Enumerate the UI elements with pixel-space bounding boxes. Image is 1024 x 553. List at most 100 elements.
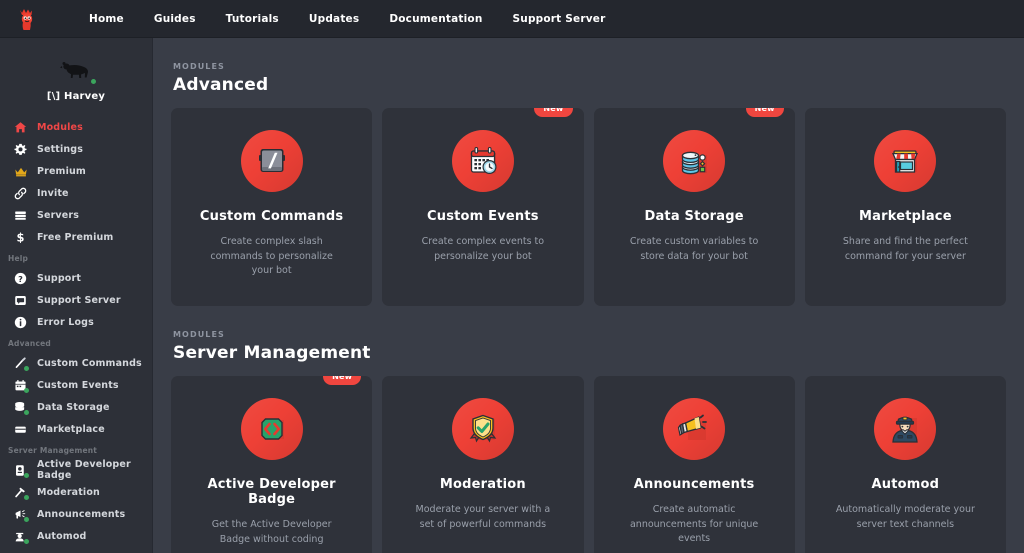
status-dot bbox=[24, 365, 29, 371]
card-title: Data Storage bbox=[644, 209, 744, 224]
card-title: Custom Commands bbox=[199, 209, 344, 224]
sidebar-group-label-server-management: Server Management bbox=[8, 446, 98, 455]
module-card-marketplace[interactable]: Marketplace Share and find the perfect c… bbox=[804, 108, 1006, 306]
sidebar-item-free-premium[interactable]: $ Free Premium bbox=[0, 226, 152, 248]
card-description: Automatically moderate your server text … bbox=[835, 504, 975, 530]
module-card-grid: Custom Commands Create complex slash com… bbox=[171, 108, 1006, 306]
sidebar-group-label-advanced: Advanced bbox=[8, 339, 51, 348]
module-card-announcements[interactable]: Announcements Create automatic announcem… bbox=[593, 376, 795, 553]
sidebar-group-server-management: Active Developer Badge Moderation Announ… bbox=[0, 459, 152, 547]
sidebar-profile[interactable]: [\] Harvey bbox=[0, 38, 152, 116]
sidebar-item-label: Announcements bbox=[37, 508, 126, 520]
sidebar-item-support-server[interactable]: Support Server bbox=[0, 289, 152, 311]
sidebar-item-custom-commands[interactable]: Custom Commands bbox=[0, 352, 152, 374]
new-badge: New bbox=[534, 108, 573, 117]
storefront-icon bbox=[874, 130, 937, 192]
avatar[interactable] bbox=[56, 58, 98, 86]
question-circle-icon: ? bbox=[13, 271, 28, 286]
sidebar-item-label: Active Developer Badge bbox=[37, 459, 131, 481]
card-title: Custom Events bbox=[427, 209, 539, 224]
nav-link-home[interactable]: Home bbox=[74, 7, 139, 31]
module-card-custom-events[interactable]: New Custom Events Create complex events … bbox=[382, 108, 584, 306]
sidebar-item-announcements[interactable]: Announcements bbox=[0, 503, 152, 525]
sidebar-group-advanced: Custom Commands Custom Events Data Stora… bbox=[0, 352, 152, 440]
sidebar-item-label: Invite bbox=[37, 187, 69, 199]
card-title: Moderation bbox=[439, 477, 526, 492]
module-card-automod[interactable]: Automod Automatically moderate your serv… bbox=[804, 376, 1006, 553]
nav-links: Home Guides Tutorials Updates Documentat… bbox=[74, 7, 620, 31]
nav-link-updates[interactable]: Updates bbox=[294, 7, 374, 31]
sidebar-item-marketplace[interactable]: Marketplace bbox=[0, 418, 152, 440]
app-root: Home Guides Tutorials Updates Documentat… bbox=[0, 0, 1024, 553]
larva-mascot-logo-icon[interactable] bbox=[10, 4, 44, 34]
sidebar-group-help: ? Support Support Server Error Logs bbox=[0, 267, 152, 333]
sidebar-item-support[interactable]: ? Support bbox=[0, 267, 152, 289]
sidebar-group-main: Modules Settings Premium Invite Servers … bbox=[0, 116, 152, 248]
sidebar-item-active-developer-badge[interactable]: Active Developer Badge bbox=[0, 459, 152, 481]
chat-box-icon bbox=[13, 293, 28, 308]
sidebar-item-data-storage[interactable]: Data Storage bbox=[0, 396, 152, 418]
card-title: Active Developer Badge bbox=[207, 477, 336, 507]
status-dot bbox=[24, 472, 29, 478]
status-dot bbox=[24, 409, 29, 415]
svg-text:$: $ bbox=[16, 231, 24, 244]
police-officer-icon bbox=[874, 398, 937, 460]
card-title: Marketplace bbox=[859, 209, 952, 224]
hammer-icon bbox=[13, 485, 29, 500]
module-card-moderation[interactable]: Moderation Moderate your server with a s… bbox=[382, 376, 584, 553]
card-description: Create complex slash commands to persona… bbox=[210, 236, 333, 277]
nav-link-guides[interactable]: Guides bbox=[139, 7, 211, 31]
home-icon bbox=[13, 120, 28, 135]
sidebar-item-invite[interactable]: Invite bbox=[0, 182, 152, 204]
megaphone-icon bbox=[663, 398, 726, 460]
module-card-custom-commands[interactable]: Custom Commands Create complex slash com… bbox=[171, 108, 373, 306]
sidebar-item-settings[interactable]: Settings bbox=[0, 138, 152, 160]
module-card-active-developer-badge[interactable]: New Active Developer Badge Get the Activ… bbox=[171, 376, 373, 553]
info-circle-icon bbox=[13, 315, 28, 330]
sidebar-item-label: Error Logs bbox=[37, 316, 94, 328]
status-dot bbox=[24, 387, 29, 393]
card-description: Create complex events to personalize you… bbox=[421, 236, 545, 262]
card-description: Share and find the perfect command for y… bbox=[842, 236, 968, 262]
sidebar-item-modules[interactable]: Modules bbox=[0, 116, 152, 138]
sidebar-item-label: Modules bbox=[37, 121, 83, 133]
sidebar-item-label: Support bbox=[37, 272, 82, 284]
sidebar-item-automod[interactable]: Automod bbox=[0, 525, 152, 547]
nav-link-support-server[interactable]: Support Server bbox=[498, 7, 621, 31]
server-icon bbox=[13, 208, 28, 223]
nav-link-tutorials[interactable]: Tutorials bbox=[211, 7, 294, 31]
sidebar-item-custom-events[interactable]: Custom Events bbox=[0, 374, 152, 396]
store-icon bbox=[13, 422, 28, 437]
status-dot-online bbox=[89, 77, 98, 86]
section-kicker: MODULES bbox=[173, 62, 225, 71]
module-card-data-storage[interactable]: New Data Storage Create custom variables… bbox=[593, 108, 795, 306]
section-advanced: MODULES Advanced Custom Commands Create … bbox=[171, 38, 1006, 306]
gear-icon bbox=[13, 142, 28, 157]
section-title: Advanced bbox=[173, 75, 269, 95]
slash-command-icon bbox=[240, 130, 303, 192]
shield-check-icon bbox=[451, 398, 514, 460]
sidebar-item-premium[interactable]: Premium bbox=[0, 160, 152, 182]
database-icon bbox=[663, 130, 726, 192]
new-badge: New bbox=[323, 376, 362, 385]
main-content: MODULES Advanced Custom Commands Create … bbox=[153, 38, 1024, 553]
sidebar-item-label: Settings bbox=[37, 143, 84, 155]
nav-link-documentation[interactable]: Documentation bbox=[374, 7, 497, 31]
database-icon bbox=[13, 400, 29, 415]
new-badge: New bbox=[745, 108, 784, 117]
card-description: Create custom variables to store data fo… bbox=[629, 236, 759, 262]
card-description: Get the Active Developer Badge without c… bbox=[211, 519, 332, 545]
sidebar-group-label-help: Help bbox=[8, 254, 29, 263]
sidebar-item-error-logs[interactable]: Error Logs bbox=[0, 311, 152, 333]
module-card-grid: New Active Developer Badge Get the Activ… bbox=[171, 376, 1006, 553]
svg-text:?: ? bbox=[18, 273, 23, 283]
section-title: Server Management bbox=[173, 343, 371, 363]
profile-name: [\] Harvey bbox=[46, 91, 106, 102]
sidebar-item-label: Custom Events bbox=[37, 379, 119, 391]
sidebar-item-servers[interactable]: Servers bbox=[0, 204, 152, 226]
card-description: Create automatic announcements for uniqu… bbox=[629, 504, 759, 545]
sidebar-item-moderation[interactable]: Moderation bbox=[0, 481, 152, 503]
sidebar-item-label: Support Server bbox=[37, 294, 121, 306]
calendar-clock-icon bbox=[451, 130, 514, 192]
sidebar-item-label: Servers bbox=[37, 209, 79, 221]
